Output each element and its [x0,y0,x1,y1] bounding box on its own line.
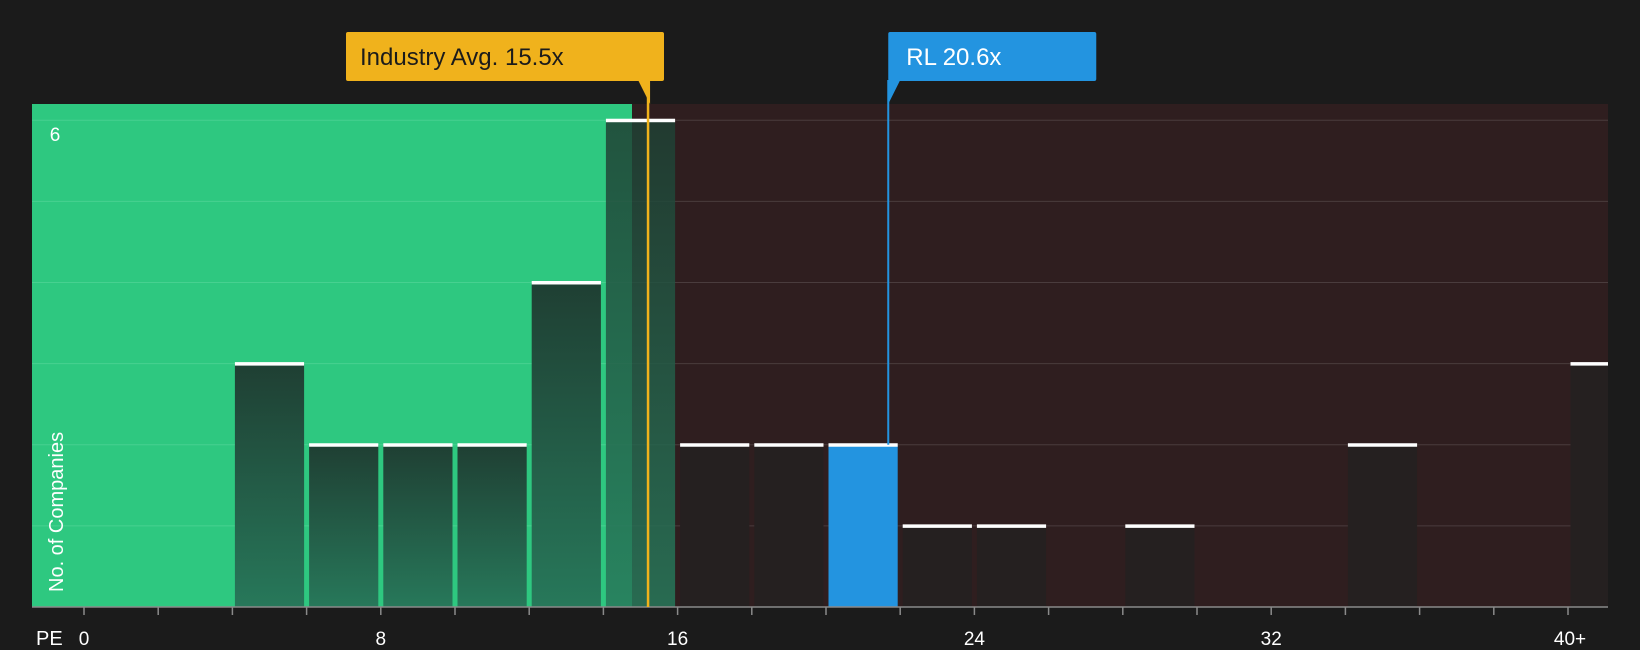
bar [680,444,750,607]
company-pointer [888,80,901,104]
bar-cap [902,524,972,528]
bar-cap [234,362,305,366]
bar [902,525,972,607]
bar-cap [605,118,676,123]
bar [605,120,676,608]
company-label: RL 20.6x [906,44,1001,71]
industry-avg-label: Industry Avg. 15.5x [360,44,564,71]
x-tick-label: 0 [79,629,90,650]
bar-cap [383,443,453,447]
bar [828,444,898,607]
bar-cap [1570,362,1608,366]
bar [309,444,379,607]
bar [1347,444,1418,607]
x-tick-label: 32 [1261,629,1282,650]
bar-cap [754,443,824,447]
bar-cap [457,443,527,447]
bar-cap [1125,524,1195,528]
bar-cap [976,524,1047,528]
bar-cap [309,443,379,447]
x-axis-label: PE [36,628,63,650]
x-tick-label: 40+ [1554,629,1586,650]
x-tick-label: 24 [964,629,986,650]
bar [531,282,601,607]
x-tick-label: 8 [376,629,387,650]
y-tick-label: 6 [50,125,61,146]
x-tick-label: 16 [667,629,688,650]
bar [754,444,824,607]
bar [1125,525,1195,607]
bar-cap [680,443,750,447]
x-axis: 0 8 16 24 32 40+ PE [32,606,1608,650]
y-axis-label: No. of Companies [46,432,68,592]
bar [457,444,527,607]
pe-distribution-chart: 0 8 16 24 32 40+ PE 6 No. of Companies Industry… [32,32,1608,650]
bar [1570,363,1608,607]
bar [976,525,1047,607]
bar [383,444,453,607]
industry-avg-pointer [638,80,651,104]
bar-cap [531,280,601,285]
bar-cap [1347,443,1418,447]
bar [234,363,305,607]
